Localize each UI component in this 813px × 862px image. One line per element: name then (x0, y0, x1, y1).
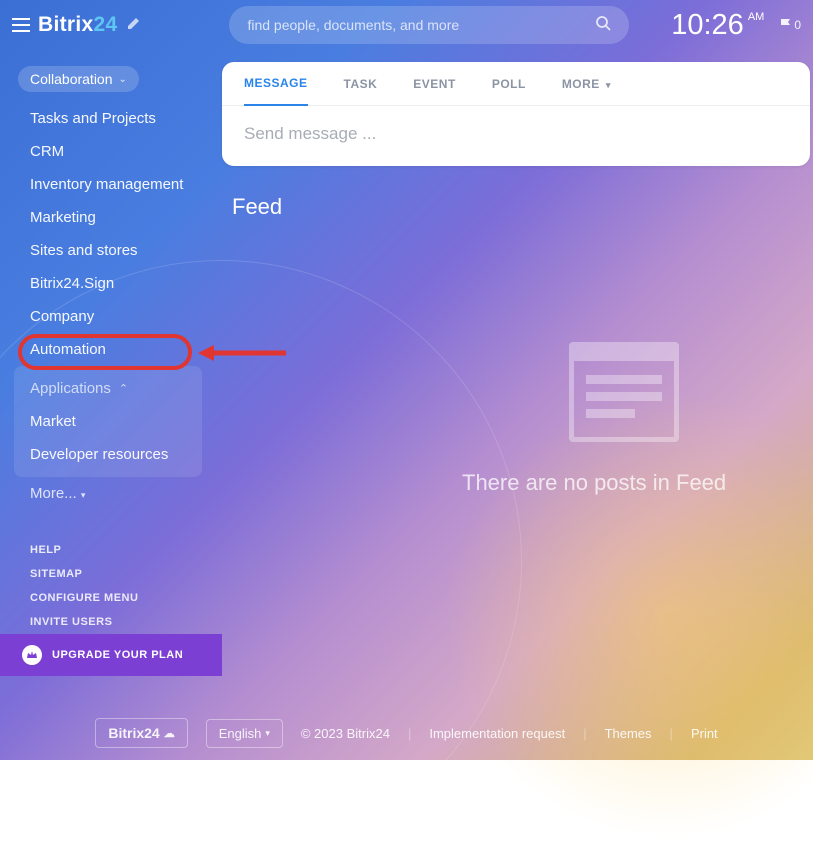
sidebar-item-tasks[interactable]: Tasks and Projects (0, 102, 210, 135)
flag-count: 0 (794, 18, 801, 32)
sidebar-group-applications[interactable]: Applications ⌃ (14, 372, 202, 405)
sidebar-item-sites[interactable]: Sites and stores (0, 234, 210, 267)
sidebar-item-sign[interactable]: Bitrix24.Sign (0, 267, 210, 300)
separator: | (583, 726, 586, 741)
chevron-down-icon: ▾ (265, 728, 270, 739)
bottom-bar: Bitrix24 ☁ English ▾ © 2023 Bitrix24 | I… (0, 706, 813, 760)
logo-text-1: Bitrix (38, 13, 93, 36)
app-logo[interactable]: Bitrix24 (38, 13, 117, 37)
chevron-down-icon: ▾ (603, 80, 611, 90)
clock-ampm: AM (748, 11, 765, 23)
compose-tabs: MESSAGE TASK EVENT POLL MORE ▾ (222, 62, 810, 106)
separator: | (670, 726, 673, 741)
sidebar-item-marketing[interactable]: Marketing (0, 201, 210, 234)
more-label: More... (30, 485, 77, 502)
tab-poll[interactable]: POLL (492, 63, 526, 105)
upgrade-plan-button[interactable]: UPGRADE YOUR PLAN (0, 634, 222, 676)
footer-logo-button[interactable]: Bitrix24 ☁ (95, 718, 187, 748)
sidebar-footer-sitemap[interactable]: SITEMAP (0, 562, 210, 586)
compose-input[interactable]: Send message ... (222, 106, 810, 166)
search-input[interactable] (247, 17, 595, 33)
tab-more-label: MORE (562, 77, 600, 91)
footer-link-implementation[interactable]: Implementation request (429, 726, 565, 741)
chevron-down-icon: ▾ (81, 490, 86, 500)
separator: | (408, 726, 411, 741)
sidebar-footer-help[interactable]: HELP (0, 538, 210, 562)
sidebar-item-company[interactable]: Company (0, 300, 210, 333)
collaboration-pill[interactable]: Collaboration ⌄ (18, 66, 139, 92)
logo-text-2: 24 (93, 13, 117, 36)
sidebar-footer-invite[interactable]: INVITE USERS (0, 610, 210, 634)
tab-message[interactable]: MESSAGE (244, 62, 308, 106)
applications-label: Applications (30, 380, 111, 397)
tab-event[interactable]: EVENT (413, 63, 456, 105)
sidebar: Collaboration ⌄ Tasks and Projects CRM I… (0, 60, 210, 634)
sidebar-more[interactable]: More... ▾ (0, 477, 210, 510)
crown-icon (22, 645, 42, 665)
clock-time: 10:26 (671, 9, 744, 42)
chevron-down-icon: ⌄ (119, 74, 127, 85)
cloud-icon: ☁ (164, 727, 175, 740)
chevron-up-icon: ⌃ (119, 382, 128, 395)
main-content: MESSAGE TASK EVENT POLL MORE ▾ Send mess… (222, 62, 813, 220)
upgrade-label: UPGRADE YOUR PLAN (52, 649, 183, 661)
feed-title: Feed (232, 194, 813, 220)
hamburger-icon[interactable] (12, 18, 30, 32)
sidebar-footer-configure[interactable]: CONFIGURE MENU (0, 586, 210, 610)
sidebar-item-crm[interactable]: CRM (0, 135, 210, 168)
empty-feed-icon (569, 342, 679, 442)
notification-flag[interactable]: 0 (780, 18, 801, 32)
sidebar-item-automation[interactable]: Automation (0, 333, 210, 366)
footer-link-print[interactable]: Print (691, 726, 718, 741)
applications-block: Applications ⌃ Market Developer resource… (14, 366, 202, 477)
top-bar: Bitrix24 10:26 AM 0 (0, 0, 813, 50)
collaboration-label: Collaboration (30, 71, 113, 87)
sidebar-item-market[interactable]: Market (14, 405, 202, 438)
footer-logo-text: Bitrix24 (108, 725, 159, 741)
empty-text: There are no posts in Feed (462, 470, 726, 496)
search-box[interactable] (229, 6, 629, 44)
flag-icon (780, 18, 792, 32)
search-icon[interactable] (595, 15, 611, 36)
language-label: English (219, 726, 262, 741)
sidebar-item-inventory[interactable]: Inventory management (0, 168, 210, 201)
sidebar-footer: HELP SITEMAP CONFIGURE MENU INVITE USERS (0, 538, 210, 634)
clock[interactable]: 10:26 AM (671, 9, 764, 42)
tab-more[interactable]: MORE ▾ (562, 63, 611, 105)
copyright-text: © 2023 Bitrix24 (301, 726, 390, 741)
sidebar-item-developer-resources[interactable]: Developer resources (14, 438, 202, 471)
pencil-icon[interactable] (127, 16, 141, 35)
tab-task[interactable]: TASK (344, 63, 378, 105)
language-selector[interactable]: English ▾ (206, 719, 283, 748)
empty-state: There are no posts in Feed (522, 342, 726, 496)
footer-link-themes[interactable]: Themes (605, 726, 652, 741)
compose-card: MESSAGE TASK EVENT POLL MORE ▾ Send mess… (222, 62, 810, 166)
